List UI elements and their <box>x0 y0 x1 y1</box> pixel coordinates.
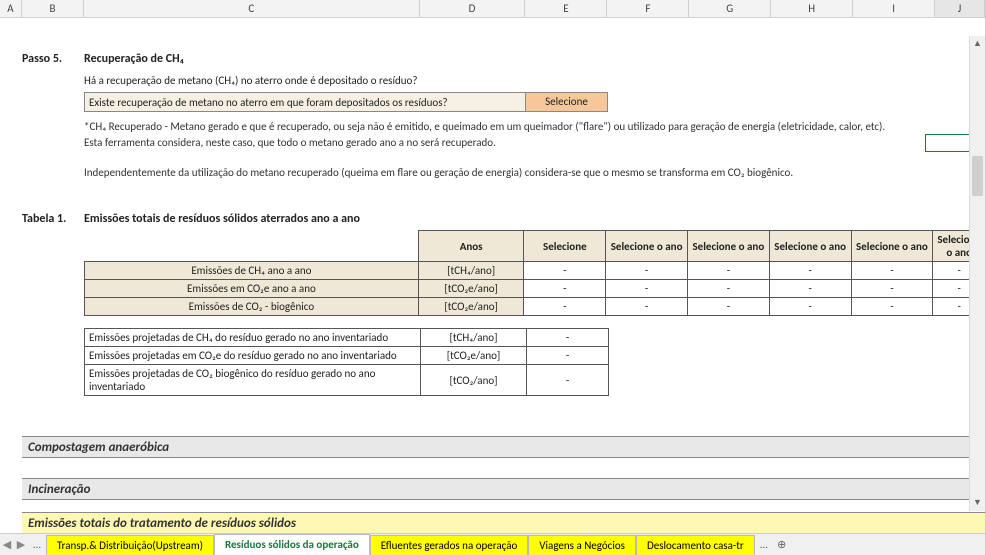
cell[interactable]: - <box>606 280 688 298</box>
row-unit: [tCO₂e/ano] <box>418 280 524 298</box>
row-label: Emissões de CH₄ ano a ano <box>85 262 419 280</box>
cell[interactable]: - <box>851 280 933 298</box>
table1-header-selano-2[interactable]: Selecione o ano <box>688 231 770 262</box>
sheet-tab-transp[interactable]: Transp.& Distribuição(Upstream) <box>46 535 214 555</box>
cell[interactable]: - <box>606 262 688 280</box>
row-unit: [tCO₂/ano] <box>421 365 527 396</box>
sheet-tab-deslocamento[interactable]: Deslocamento casa-tr <box>636 535 755 555</box>
sheet-body[interactable]: Passo 5. Recuperação de CH₄ Há a recuper… <box>0 18 985 533</box>
cell[interactable]: - <box>851 262 933 280</box>
row-label: Emissões de CO₂ - biogênico <box>85 298 419 316</box>
table1-label: Tabela 1. <box>22 212 66 226</box>
step-label: Passo 5. <box>22 52 62 66</box>
table1-header-selano-4[interactable]: Selecione o ano <box>851 231 933 262</box>
col-header-D[interactable]: D <box>420 0 526 17</box>
sheet-tab-efluentes[interactable]: Efluentes gerados na operação <box>370 535 529 555</box>
col-header-H[interactable]: H <box>771 0 853 17</box>
step-title: Recuperação de CH₄ <box>84 52 184 66</box>
col-header-F[interactable]: F <box>607 0 689 17</box>
footnote-1: *CH₄ Recuperado - Metano gerado e que é … <box>84 120 885 134</box>
sheet-tab-viagens[interactable]: Viagens a Negócios <box>528 535 636 555</box>
footnote-3: Independentemente da utilização do metan… <box>84 166 793 180</box>
cell[interactable]: - <box>524 298 606 316</box>
vertical-scrollbar[interactable]: ▲ ▼ <box>969 36 985 511</box>
cell[interactable]: - <box>606 298 688 316</box>
spreadsheet-viewport: A B C D E F G H I J Passo 5. Recuperação… <box>0 0 986 555</box>
row-label: Emissões em CO₂e ano a ano <box>85 280 419 298</box>
row-unit: [tCO₂e/ano] <box>421 347 527 365</box>
table-row: Emissões projetadas em CO₂e do resíduo g… <box>85 347 609 365</box>
table-row: Emissões de CO₂ - biogênico [tCO₂e/ano] … <box>85 298 986 316</box>
tab-more-icon[interactable]: … <box>28 538 46 551</box>
cell[interactable]: - <box>524 262 606 280</box>
tab-overflow-icon[interactable]: … <box>755 538 773 551</box>
sheet-tab-residuos[interactable]: Resíduos sólidos da operação <box>214 534 370 555</box>
table-row: Emissões projetadas de CH₄ do resíduo ge… <box>85 329 609 347</box>
cell[interactable]: - <box>527 365 609 396</box>
section-compostagem[interactable]: Compostagem anaeróbica <box>22 436 985 458</box>
sheet-tab-strip: ◀ ▶ … Transp.& Distribuição(Upstream) Re… <box>0 533 985 555</box>
cell[interactable]: - <box>688 298 770 316</box>
table1-header-sel[interactable]: Selecione <box>524 231 606 262</box>
table1-header-anos: Anos <box>418 231 524 262</box>
table1-header-selano-1[interactable]: Selecione o ano <box>606 231 688 262</box>
row-label: Emissões projetadas em CO₂e do resíduo g… <box>85 347 421 365</box>
scroll-up-icon[interactable]: ▲ <box>970 36 985 52</box>
cell[interactable]: - <box>769 262 851 280</box>
cell[interactable]: - <box>769 280 851 298</box>
cell[interactable]: - <box>769 298 851 316</box>
row-unit: [tCH₄/ano] <box>421 329 527 347</box>
cell[interactable]: - <box>851 298 933 316</box>
add-sheet-icon[interactable]: ⊕ <box>773 538 791 551</box>
question-cell: Existe recuperação de metano no aterro e… <box>84 92 526 112</box>
cell[interactable]: - <box>527 329 609 347</box>
question-prompt: Há a recuperação de metano (CH₄) no ater… <box>84 74 417 87</box>
table1: Anos Selecione Selecione o ano Selecione… <box>84 230 985 316</box>
cell[interactable]: - <box>688 280 770 298</box>
tab-nav-next-icon[interactable]: ▶ <box>14 538 28 551</box>
question-row: Existe recuperação de metano no aterro e… <box>84 92 608 112</box>
col-header-J[interactable]: J <box>935 0 985 17</box>
section-incineracao[interactable]: Incineração <box>22 478 985 500</box>
table-row: Emissões de CH₄ ano a ano [tCH₄/ano] - -… <box>85 262 986 280</box>
table-row: Emissões projetadas de CO₂ biogênico do … <box>85 365 609 396</box>
table1-title: Emissões totais de resíduos sólidos ater… <box>84 212 360 226</box>
col-header-A[interactable]: A <box>0 0 22 17</box>
row-label: Emissões projetadas de CH₄ do resíduo ge… <box>85 329 421 347</box>
col-header-B[interactable]: B <box>22 0 84 17</box>
col-header-E[interactable]: E <box>525 0 607 17</box>
tab-nav-prev-icon[interactable]: ◀ <box>0 538 14 551</box>
col-header-G[interactable]: G <box>689 0 771 17</box>
row-unit: [tCO₂e/ano] <box>418 298 524 316</box>
table2: Emissões projetadas de CH₄ do resíduo ge… <box>84 328 609 396</box>
col-header-C[interactable]: C <box>84 0 420 17</box>
cell[interactable]: - <box>527 347 609 365</box>
cell[interactable]: - <box>524 280 606 298</box>
column-headers: A B C D E F G H I J <box>0 0 985 18</box>
table-row: Emissões em CO₂e ano a ano [tCO₂e/ano] -… <box>85 280 986 298</box>
selection-dropdown[interactable]: Selecione <box>526 92 608 112</box>
row-unit: [tCH₄/ano] <box>418 262 524 280</box>
scroll-thumb[interactable] <box>972 156 983 196</box>
row-label: Emissões projetadas de CO₂ biogênico do … <box>85 365 421 396</box>
table1-header-selano-3[interactable]: Selecione o ano <box>769 231 851 262</box>
cell[interactable]: - <box>688 262 770 280</box>
section-emissoes-totais[interactable]: Emissões totais do tratamento de resíduo… <box>22 512 985 533</box>
scroll-down-icon[interactable]: ▼ <box>970 495 985 511</box>
col-header-I[interactable]: I <box>853 0 935 17</box>
footnote-2: Esta ferramenta considera, neste caso, q… <box>84 136 496 150</box>
